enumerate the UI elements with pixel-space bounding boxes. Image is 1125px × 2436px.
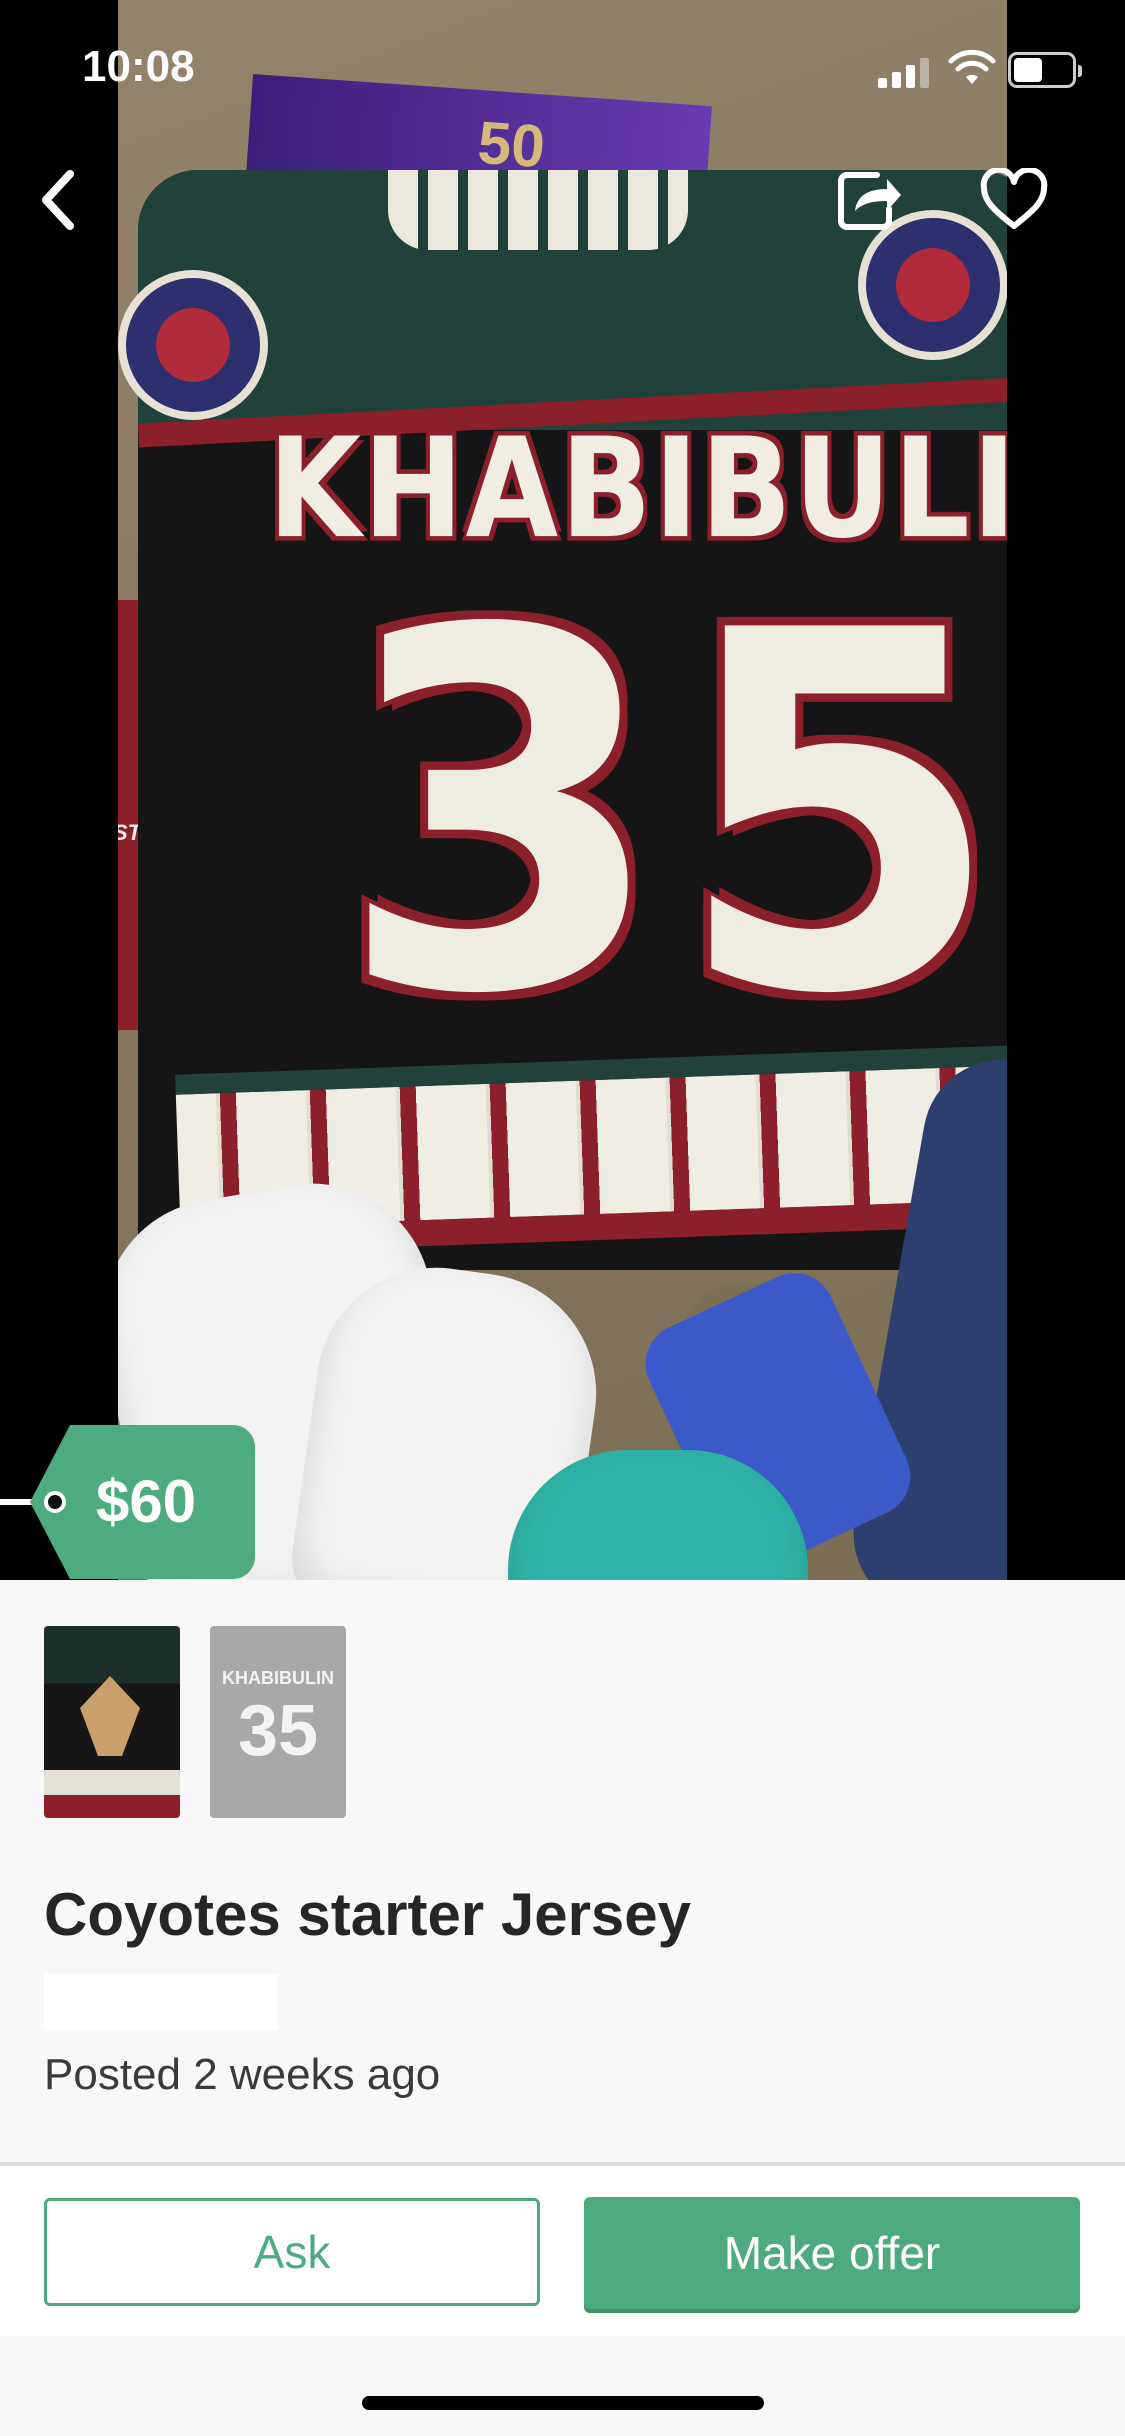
listing-photo[interactable]: 50 STARTER KHABIBULIN 35 bbox=[0, 0, 1125, 1580]
price-tag-hole bbox=[44, 1491, 66, 1513]
ask-button[interactable]: Ask bbox=[44, 2198, 540, 2306]
jersey-number-text: 35 bbox=[338, 527, 1007, 1102]
thumbnail-number: 35 bbox=[237, 1691, 319, 1771]
jersey-collar bbox=[388, 170, 688, 250]
heart-outline-icon bbox=[980, 168, 1048, 229]
thumbnail-1[interactable] bbox=[44, 1626, 180, 1818]
price-label: $60 bbox=[96, 1468, 197, 1535]
battery-icon bbox=[1008, 52, 1082, 88]
thumbnail-name: KHABIBULIN bbox=[222, 1668, 334, 1688]
favorite-button[interactable] bbox=[972, 158, 1056, 242]
coyote-logo bbox=[80, 1676, 140, 1756]
listing-title: Coyotes starter Jersey bbox=[44, 1881, 692, 1948]
back-button[interactable] bbox=[18, 160, 98, 240]
action-bar: Ask Make offer bbox=[0, 2166, 1125, 2336]
thumbnail-2[interactable]: KHABIBULIN 35 bbox=[210, 1626, 346, 1818]
shoulder-patch-left bbox=[118, 270, 268, 420]
make-offer-button[interactable]: Make offer bbox=[584, 2197, 1080, 2309]
chevron-left-icon bbox=[42, 170, 74, 230]
posted-time: Posted 2 weeks ago bbox=[44, 2050, 441, 2099]
home-indicator[interactable] bbox=[362, 2396, 764, 2410]
location-placeholder bbox=[44, 1974, 278, 2030]
status-time: 10:08 bbox=[82, 42, 195, 91]
share-icon bbox=[838, 172, 901, 230]
cellular-signal-icon bbox=[878, 56, 932, 88]
status-bar: 10:08 bbox=[0, 0, 1125, 132]
battery-level bbox=[1014, 58, 1042, 82]
share-button[interactable] bbox=[830, 160, 910, 240]
photo-thumbnails: KHABIBULIN 35 bbox=[44, 1626, 346, 1818]
wifi-icon bbox=[948, 49, 996, 84]
price-tag: $60 bbox=[0, 1425, 260, 1579]
listing-screen: 50 STARTER KHABIBULIN 35 10:08 bbox=[0, 0, 1125, 2436]
